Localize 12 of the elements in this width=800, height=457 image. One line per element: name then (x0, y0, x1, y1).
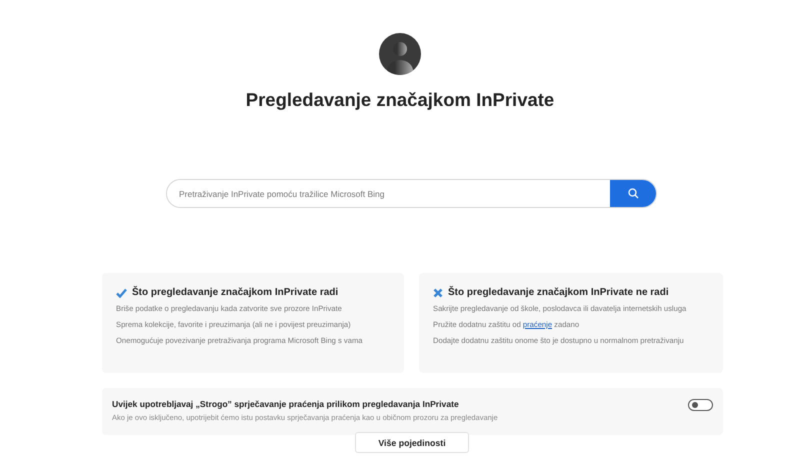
card-heading: Što pregledavanje značajkom InPrivate radi (132, 287, 338, 298)
setting-label: Uvijek upotrebljavaj „Strogo” sprječavanje praćenja prilikom pregledavanja InPrivate (112, 399, 459, 409)
toggle-switch[interactable] (688, 399, 713, 411)
cross-icon (433, 288, 443, 298)
search-icon (628, 188, 638, 199)
page-title: Pregledavanje značajkom InPrivate (246, 89, 554, 111)
more-details-button[interactable]: Više pojedinosti (355, 432, 469, 453)
card-heading: Što pregledavanje značajkom InPrivate ne radi (448, 287, 669, 298)
search-button[interactable] (610, 180, 656, 207)
search-field[interactable]: Pretraživanje InPrivate pomoću tražilice Microsoft Bing (166, 179, 657, 208)
avatar-icon (379, 33, 421, 75)
checkmark-icon (116, 288, 127, 298)
